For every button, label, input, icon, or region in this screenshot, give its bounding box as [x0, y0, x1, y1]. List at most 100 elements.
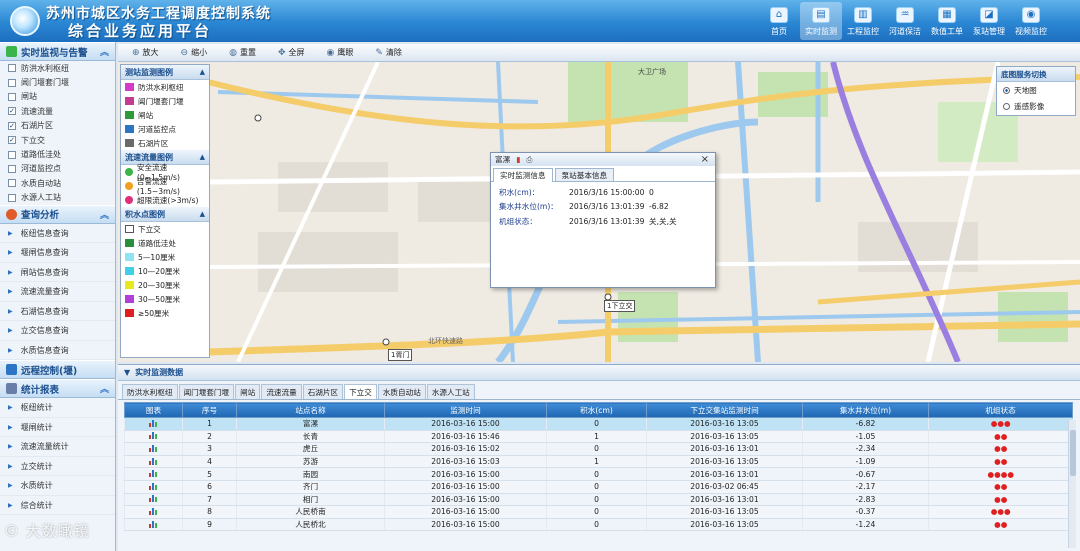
- table-row[interactable]: 4 苏游 2016-03-16 15:03 1 2016-03-16 13:05 -1.0…: [124, 455, 1073, 469]
- section-remote-control[interactable]: 远程控制(堰): [0, 360, 115, 380]
- table-row[interactable]: 6 齐门 2016-03-16 15:00 0 2016-03-02 06:45 -2.1…: [124, 480, 1073, 494]
- reset-button[interactable]: ◍ 重置: [229, 47, 256, 58]
- nav-item[interactable]: ⌂ 首页: [758, 2, 800, 40]
- table-row[interactable]: 3 虎丘 2016-03-16 15:02 0 2016-03-16 13:01 -2.3…: [124, 442, 1073, 456]
- column-header[interactable]: 机组状态: [928, 402, 1073, 418]
- checkbox[interactable]: [8, 150, 16, 159]
- layer-checkbox-item[interactable]: 道路低洼处: [0, 147, 115, 161]
- sidebar-link-item[interactable]: ▶ 立交统计: [0, 457, 115, 477]
- nav-item[interactable]: ♒ 河道保洁: [884, 2, 926, 40]
- column-header[interactable]: 下立交集站监测时间: [646, 402, 803, 418]
- sidebar-link-item[interactable]: ▶ 堰闸信息查询: [0, 243, 115, 263]
- checkbox[interactable]: [8, 64, 16, 73]
- table-row[interactable]: 1 富漯 2016-03-16 15:00 0 2016-03-16 13:05 -6.8…: [124, 417, 1073, 431]
- chart-cell[interactable]: [124, 480, 183, 494]
- radio-button[interactable]: [1003, 86, 1010, 94]
- layer-checkbox-item[interactable]: 阊门堰套门堰: [0, 75, 115, 89]
- column-header[interactable]: 站点名称: [236, 402, 385, 418]
- layer-checkbox-item[interactable]: ✓ 下立交: [0, 133, 115, 147]
- data-tab[interactable]: 下立交: [344, 384, 377, 399]
- section-query-analysis[interactable]: 查询分析 ︽: [0, 204, 115, 224]
- section-monitor-alarm[interactable]: 实时监视与告警 ︽: [0, 42, 115, 61]
- basemap-option[interactable]: 遥感影像: [997, 98, 1075, 114]
- table-row[interactable]: 7 相门 2016-03-16 15:00 0 2016-03-16 13:01 -2.8…: [124, 493, 1073, 507]
- bar-chart-icon[interactable]: [149, 494, 158, 503]
- chart-cell[interactable]: [124, 430, 183, 444]
- sidebar-link-item[interactable]: ▶ 水质统计: [0, 476, 115, 496]
- bar-chart-icon[interactable]: [149, 444, 158, 452]
- popup-tab[interactable]: 实时监测信息: [493, 168, 553, 182]
- chart-cell[interactable]: [124, 467, 183, 481]
- layer-checkbox-item[interactable]: 防洪水利枢纽: [0, 61, 115, 75]
- table-row[interactable]: 5 南园 2016-03-16 15:00 0 2016-03-16 13:01 -0.6…: [124, 467, 1073, 481]
- collapse-chevron-icon[interactable]: ︽: [100, 45, 109, 58]
- sidebar-link-item[interactable]: ▶ 闸站信息查询: [0, 263, 115, 283]
- sidebar-link-item[interactable]: ▶ 堰闸统计: [0, 418, 115, 438]
- layer-checkbox-item[interactable]: ✓ 流速流量: [0, 104, 115, 118]
- legend-header[interactable]: 测站监测图例 ▲: [121, 65, 209, 80]
- clear-button[interactable]: ✎ 清除: [375, 47, 402, 58]
- chart-cell[interactable]: [124, 417, 183, 431]
- column-header[interactable]: 序号: [182, 402, 237, 418]
- chart-cell[interactable]: [124, 518, 183, 532]
- scrollbar-thumb[interactable]: [1070, 430, 1076, 476]
- collapse-chevron-icon[interactable]: ▲: [200, 68, 205, 76]
- popup-tab[interactable]: 泵站基本信息: [554, 168, 615, 181]
- column-header[interactable]: 集水井水位(m): [802, 402, 929, 418]
- layer-checkbox-item[interactable]: ✓ 石湖片区: [0, 119, 115, 133]
- checkbox[interactable]: ✓: [8, 136, 16, 145]
- table-row[interactable]: 2 长青 2016-03-16 15:46 1 2016-03-16 13:05 -1.0…: [124, 430, 1073, 444]
- eagle-eye-button[interactable]: ◉ 鹰眼: [327, 47, 354, 58]
- table-row[interactable]: 8 人民桥南 2016-03-16 15:00 0 2016-03-16 13:05 -0…: [124, 505, 1073, 519]
- collapse-chevron-icon[interactable]: ▼: [124, 368, 130, 377]
- nav-item[interactable]: ◪ 泵站管理: [968, 2, 1010, 40]
- chart-cell[interactable]: [124, 455, 183, 469]
- checkbox[interactable]: [8, 164, 16, 173]
- data-tab[interactable]: 流速流量: [261, 384, 302, 399]
- section-statistics[interactable]: 统计报表 ︽: [0, 379, 115, 399]
- zoom-out-button[interactable]: ⊖ 缩小: [181, 47, 208, 58]
- chart-cell[interactable]: [124, 442, 183, 456]
- collapse-chevron-icon[interactable]: ▲: [200, 210, 205, 218]
- table-row[interactable]: 9 人民桥北 2016-03-16 15:00 0 2016-03-16 13:05 -1…: [124, 518, 1073, 532]
- data-tab[interactable]: 水源人工站: [426, 384, 475, 399]
- nav-item[interactable]: ▤ 实时监测: [800, 2, 842, 40]
- bar-chart-icon[interactable]: [149, 482, 158, 490]
- column-header[interactable]: 监测时间: [384, 402, 547, 418]
- collapse-chevron-icon[interactable]: ︽: [100, 208, 109, 221]
- collapse-chevron-icon[interactable]: ︽: [100, 382, 109, 395]
- checkbox[interactable]: [8, 92, 16, 101]
- sidebar-link-item[interactable]: ▶ 立交信息查询: [0, 321, 115, 341]
- checkbox[interactable]: [8, 193, 16, 202]
- legend-header[interactable]: 积水点图例 ▲: [121, 207, 209, 222]
- bar-chart-icon[interactable]: [149, 507, 158, 515]
- chart-cell[interactable]: [124, 493, 183, 507]
- bar-chart-icon[interactable]: [149, 457, 158, 465]
- print-icon[interactable]: ⎙: [526, 155, 532, 165]
- radio-button[interactable]: [1003, 102, 1010, 110]
- data-tab[interactable]: 石湖片区: [302, 384, 344, 399]
- checkbox[interactable]: ✓: [8, 121, 16, 130]
- bar-chart-icon[interactable]: [149, 419, 158, 427]
- checkbox[interactable]: [8, 179, 16, 188]
- panel-header[interactable]: ▼ 实时监测数据: [118, 365, 1080, 381]
- checkbox[interactable]: ✓: [8, 107, 16, 116]
- chart-cell[interactable]: [124, 505, 183, 519]
- column-header[interactable]: 图表: [124, 402, 183, 418]
- data-tab[interactable]: 阊门堰套门堰: [178, 384, 235, 399]
- layer-checkbox-item[interactable]: 河道监控点: [0, 162, 115, 176]
- bar-chart-icon[interactable]: [149, 520, 158, 528]
- data-tab[interactable]: 水质自动站: [377, 384, 426, 399]
- checkbox[interactable]: [8, 78, 16, 87]
- sidebar-link-item[interactable]: ▶ 枢纽信息查询: [0, 224, 115, 244]
- data-tab[interactable]: 闸站: [235, 384, 261, 399]
- map-label-station[interactable]: 1胥门: [388, 349, 413, 361]
- sidebar-link-item[interactable]: ▶ 石湖信息查询: [0, 302, 115, 322]
- sidebar-link-item[interactable]: ▶ 综合统计: [0, 496, 115, 516]
- sidebar-link-item[interactable]: ▶ 流速流量查询: [0, 282, 115, 302]
- sidebar-link-item[interactable]: ▶ 枢纽统计: [0, 398, 115, 418]
- nav-item[interactable]: ▦ 数值工单: [926, 2, 968, 40]
- map-label-station[interactable]: 1下立交: [604, 300, 636, 312]
- collapse-chevron-icon[interactable]: ▲: [200, 153, 205, 161]
- table-scrollbar[interactable]: [1068, 420, 1076, 548]
